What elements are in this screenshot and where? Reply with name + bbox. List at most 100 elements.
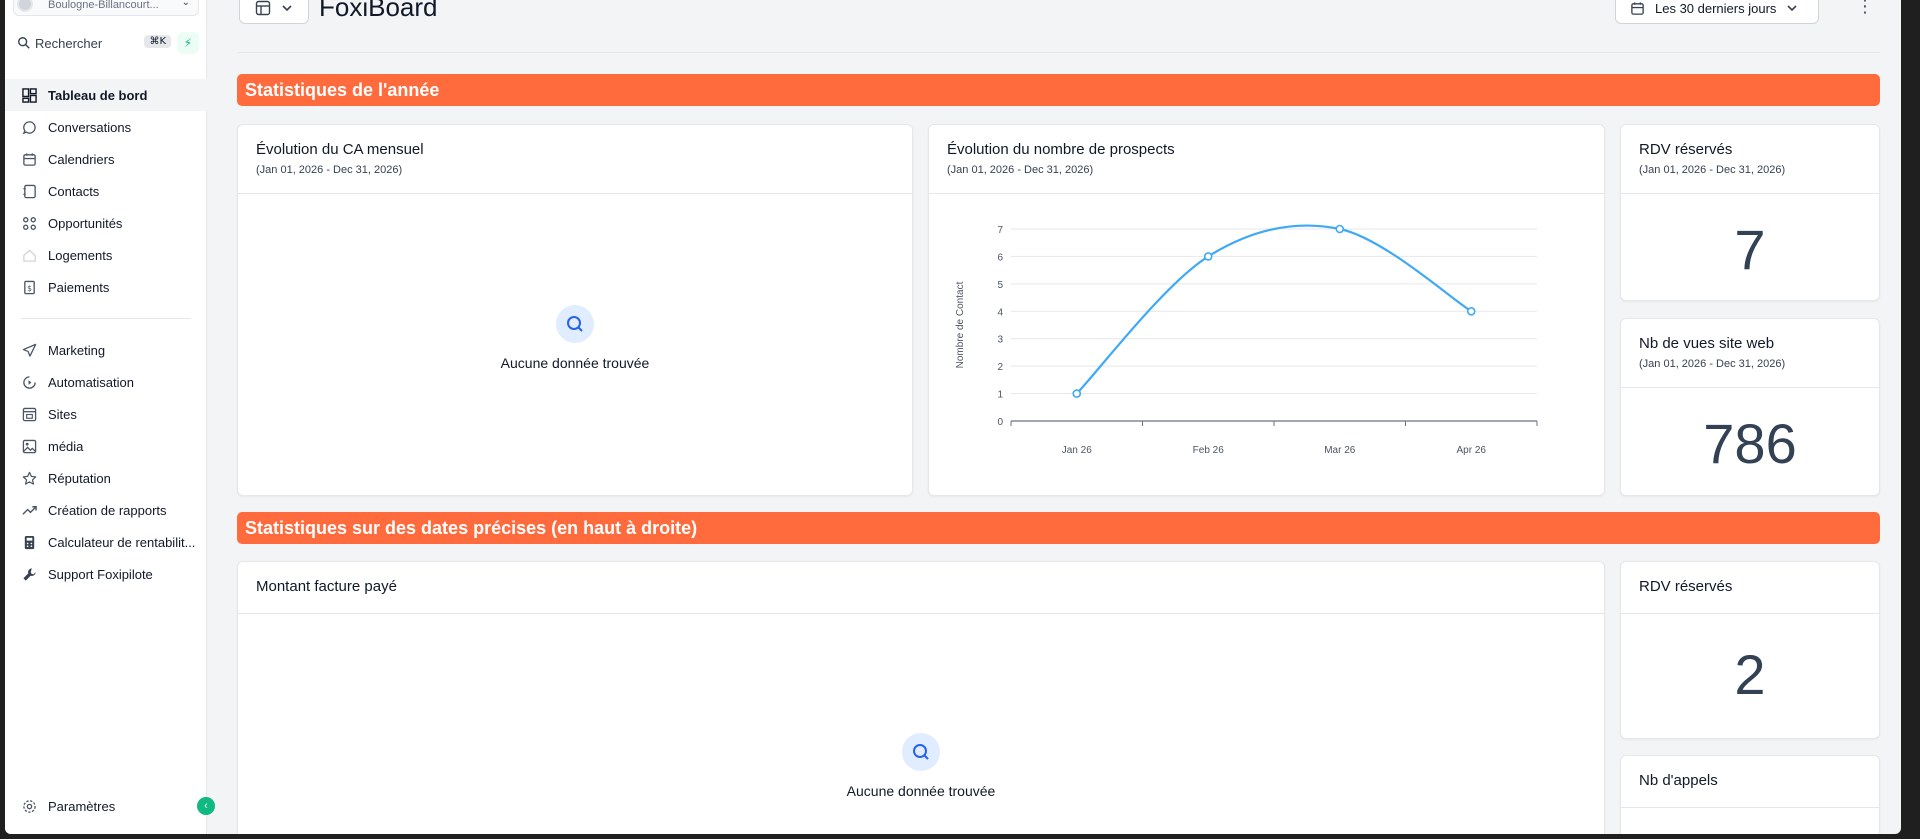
- x-tick-label: Jan 26: [1062, 445, 1092, 456]
- sidebar-search[interactable]: Rechercher ⌘K: [13, 32, 171, 54]
- sidebar-item-reports[interactable]: Création de rapports: [5, 494, 207, 526]
- card-date-range: (Jan 01, 2026 - Dec 31, 2026): [947, 164, 1094, 176]
- sidebar-item-settings[interactable]: Paramètres: [5, 790, 207, 822]
- calendar-icon: [1631, 1, 1644, 15]
- trending-icon: [20, 501, 38, 519]
- layout-switcher[interactable]: [239, 0, 309, 24]
- sidebar-item-label: Paiements: [48, 279, 110, 295]
- card-title: RDV réservés: [1639, 578, 1733, 595]
- sidebar-item-label: Calendriers: [48, 151, 115, 167]
- svg-text:$: $: [27, 283, 32, 292]
- card-header: Évolution du nombre de prospects (Jan 01…: [929, 125, 1604, 194]
- contacts-icon: [20, 182, 38, 200]
- sidebar-item-payments[interactable]: $ Paiements: [5, 271, 207, 303]
- card-header: Nb d'appels: [1621, 756, 1879, 808]
- data-point: [1072, 389, 1082, 398]
- card-rdv-year: RDV réservés (Jan 01, 2026 - Dec 31, 202…: [1620, 124, 1880, 301]
- sidebar-item-label: Marketing: [48, 342, 106, 358]
- calendar-icon: [20, 150, 38, 168]
- data-point: [1466, 306, 1476, 316]
- empty-message: Aucune donnée trouvée: [846, 783, 996, 799]
- card-rdv-dates: RDV réservés 2: [1620, 561, 1880, 739]
- sidebar-item-automation[interactable]: Automatisation: [5, 366, 207, 398]
- sidebar-item-contacts[interactable]: Contacts: [5, 175, 207, 207]
- sidebar-item-marketing[interactable]: Marketing: [5, 334, 207, 366]
- sidebar-item-housing[interactable]: Logements: [5, 239, 207, 271]
- chevron-down-icon: [282, 5, 292, 12]
- metric-value: 2: [1734, 643, 1766, 706]
- empty-state: Aucune donnée trouvée: [238, 733, 1604, 799]
- header-divider: [237, 52, 1880, 53]
- card-title: RDV réservés: [1639, 141, 1733, 158]
- card-title: Évolution du nombre de prospects: [947, 141, 1175, 158]
- search-shortcut: ⌘K: [144, 35, 171, 48]
- sidebar-item-label: Automatisation: [48, 374, 134, 390]
- card-calls: Nb d'appels: [1620, 755, 1880, 834]
- page-title: FoxiBoard: [319, 0, 438, 22]
- card-title: Nb d'appels: [1639, 772, 1718, 789]
- sidebar-item-calculator[interactable]: Calculateur de rentabilit...: [5, 526, 207, 558]
- card-header: Montant facture payé: [238, 562, 1604, 614]
- date-range-label: Les 30 derniers jours: [1655, 0, 1777, 16]
- more-options-icon[interactable]: ⋮: [1856, 0, 1874, 17]
- sidebar-item-calendars[interactable]: Calendriers: [5, 143, 207, 175]
- y-tick-label: 6: [997, 252, 1003, 263]
- search-icon: [902, 733, 940, 771]
- sidebar-item-label: Tableau de bord: [48, 87, 148, 103]
- x-tick-label: Mar 26: [1324, 445, 1356, 456]
- card-date-range: (Jan 01, 2026 - Dec 31, 2026): [1639, 358, 1786, 370]
- sidebar-item-media[interactable]: média: [5, 430, 207, 462]
- sidebar-nav-primary: Tableau de bord Conversations Calendrier…: [5, 79, 207, 303]
- chevron-down-icon: ⌄: [181, 0, 190, 8]
- y-tick-label: 1: [997, 390, 1003, 401]
- card-prospects-chart: Évolution du nombre de prospects (Jan 01…: [928, 124, 1605, 496]
- card-website-views: Nb de vues site web (Jan 01, 2026 - Dec …: [1620, 318, 1880, 496]
- card-date-range: (Jan 01, 2026 - Dec 31, 2026): [256, 164, 403, 176]
- data-point: [1203, 252, 1213, 261]
- payments-icon: $: [20, 278, 38, 296]
- sidebar-nav-secondary: Marketing Automatisation Sites média Rép…: [5, 334, 207, 590]
- sidebar-item-support[interactable]: Support Foxipilote: [5, 558, 207, 590]
- section-date-stats: Statistiques sur des dates précises (en …: [237, 512, 1880, 544]
- search-label: Rechercher: [35, 35, 103, 51]
- quick-action-button[interactable]: ⚡: [177, 32, 199, 54]
- x-tick-label: Feb 26: [1193, 445, 1225, 456]
- sidebar-item-label: Logements: [48, 247, 113, 263]
- date-range-picker[interactable]: Les 30 derniers jours: [1615, 0, 1819, 24]
- main-content: FoxiBoard Les 30 derniers jours ⋮ Statis…: [207, 0, 1901, 834]
- y-axis-label: Nombre de Contact: [955, 281, 966, 368]
- app-window: Boulogne-Billancourt... ⌄ Rechercher ⌘K …: [5, 0, 1901, 834]
- sidebar-item-reputation[interactable]: Réputation: [5, 462, 207, 494]
- wrench-icon: [20, 565, 38, 583]
- card-header: RDV réservés: [1621, 562, 1879, 614]
- card-title: Évolution du CA mensuel: [256, 141, 424, 158]
- image-icon: [20, 437, 38, 455]
- sidebar-item-label: Paramètres: [48, 798, 116, 814]
- location-selector[interactable]: Boulogne-Billancourt... ⌄: [13, 0, 199, 16]
- card-monthly-revenue: Évolution du CA mensuel (Jan 01, 2026 - …: [237, 124, 913, 496]
- x-tick-label: Apr 26: [1457, 445, 1487, 456]
- sidebar-item-conversations[interactable]: Conversations: [5, 111, 207, 143]
- window-frame: [1913, 0, 1920, 839]
- card-header: Nb de vues site web (Jan 01, 2026 - Dec …: [1621, 319, 1879, 388]
- bolt-icon: ⚡: [183, 36, 193, 50]
- location-name: Boulogne-Billancourt...: [48, 0, 159, 11]
- sidebar-item-label: Opportunités: [48, 215, 123, 231]
- y-tick-label: 3: [997, 335, 1003, 346]
- y-tick-label: 5: [997, 280, 1003, 291]
- metric-value: 7: [1734, 218, 1766, 281]
- sidebar-item-sites[interactable]: Sites: [5, 398, 207, 430]
- opportunities-icon: [20, 214, 38, 232]
- empty-state: Aucune donnée trouvée: [238, 305, 912, 371]
- chevron-down-icon: [1787, 5, 1797, 12]
- empty-message: Aucune donnée trouvée: [500, 355, 650, 371]
- card-title: Nb de vues site web: [1639, 335, 1775, 352]
- sidebar-item-label: Sites: [48, 406, 77, 422]
- card-title: Montant facture payé: [256, 578, 397, 595]
- sidebar-item-dashboard[interactable]: Tableau de bord: [5, 79, 207, 111]
- sidebar-settings: Paramètres: [5, 790, 207, 822]
- sidebar-item-opportunities[interactable]: Opportunités: [5, 207, 207, 239]
- card-date-range: (Jan 01, 2026 - Dec 31, 2026): [1639, 164, 1786, 176]
- chat-icon: [20, 118, 38, 136]
- star-icon: [20, 469, 38, 487]
